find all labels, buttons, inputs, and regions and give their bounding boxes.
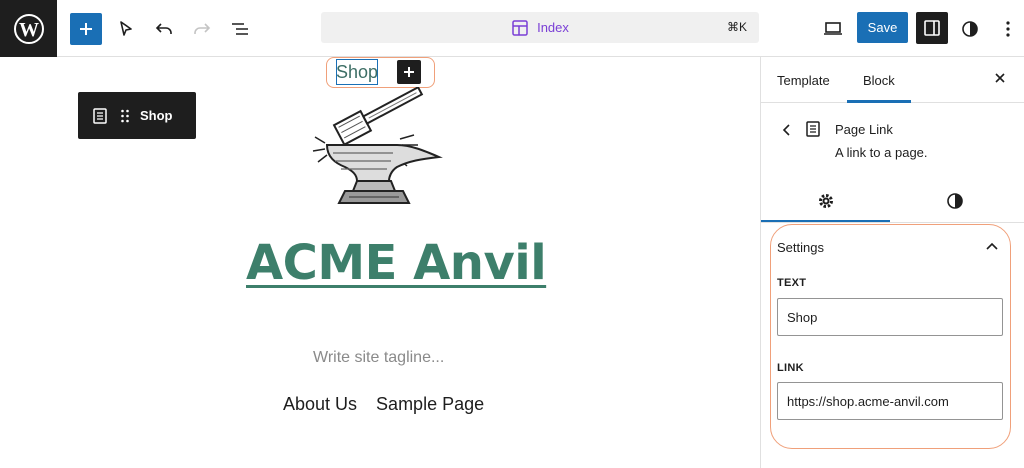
svg-text:W: W: [19, 19, 39, 41]
document-overview-button[interactable]: [224, 13, 256, 45]
navigation-menu: About Us Sample Page: [283, 394, 484, 415]
plus-icon: [404, 67, 414, 77]
link-field-label: LINK: [777, 362, 804, 374]
drag-handle-icon: [121, 109, 129, 122]
editor-canvas: Shop Shop ACME Anvil Write site tagline.…: [0, 57, 760, 468]
pointer-icon: [120, 21, 132, 36]
block-type-button[interactable]: [92, 107, 108, 125]
page-icon: [93, 107, 107, 124]
settings-panel-title[interactable]: Settings: [777, 240, 824, 255]
block-name: Page Link: [835, 122, 893, 137]
site-title[interactable]: ACME Anvil: [246, 235, 547, 291]
command-shortcut: ⌘K: [726, 20, 747, 34]
block-toolbar: Shop: [78, 92, 196, 139]
tab-template[interactable]: Template: [777, 57, 830, 103]
undo-button[interactable]: [148, 13, 180, 45]
chevron-left-icon: [782, 124, 790, 136]
nav-item-sample-page[interactable]: Sample Page: [376, 394, 484, 415]
more-vertical-icon: [1006, 21, 1010, 37]
block-card: Page Link A link to a page.: [761, 103, 1024, 185]
block-appender-button[interactable]: [397, 60, 421, 84]
link-field[interactable]: https://shop.acme-anvil.com: [777, 382, 1003, 420]
options-menu-button[interactable]: [992, 13, 1024, 45]
list-view-icon: [232, 23, 248, 35]
site-tagline-placeholder[interactable]: Write site tagline...: [313, 349, 444, 367]
inspector-tabs-divider: [761, 222, 1024, 223]
tab-block[interactable]: Block: [863, 57, 895, 103]
contrast-icon: [947, 193, 963, 209]
settings-sidebar: Template Block Page Link A link to a pag…: [760, 57, 1024, 468]
desktop-icon: [824, 22, 842, 35]
page-link-block[interactable]: Shop: [336, 59, 378, 85]
wordpress-icon: W: [13, 13, 44, 44]
save-button[interactable]: Save: [857, 12, 908, 43]
preview-button[interactable]: [817, 13, 849, 45]
select-tool-button[interactable]: [110, 13, 142, 45]
drag-handle[interactable]: [120, 108, 130, 124]
text-field[interactable]: Shop: [777, 298, 1003, 336]
text-field-label: TEXT: [777, 277, 807, 289]
contrast-icon: [962, 21, 978, 37]
inspector-tabs: [761, 185, 1024, 223]
sidebar-tabs: Template Block: [761, 57, 1024, 103]
styles-button[interactable]: [954, 13, 986, 45]
settings-toggle-button[interactable]: [916, 12, 948, 44]
redo-button[interactable]: [186, 13, 218, 45]
plus-icon: [80, 23, 92, 35]
close-icon: [995, 73, 1005, 83]
undo-icon: [155, 23, 172, 34]
command-palette-bar[interactable]: Index ⌘K: [321, 12, 759, 43]
site-logo-anvil-image[interactable]: [305, 87, 450, 212]
tab-settings[interactable]: [817, 192, 835, 210]
close-sidebar-button[interactable]: [993, 71, 1007, 90]
gear-icon: [819, 194, 833, 208]
wordpress-logo-button[interactable]: W: [0, 0, 57, 57]
redo-icon: [194, 23, 211, 34]
tab-styles[interactable]: [946, 192, 964, 210]
template-title: Index: [537, 20, 569, 35]
chevron-up-icon: [986, 242, 998, 250]
collapse-panel-button[interactable]: [985, 241, 999, 253]
block-toolbar-label[interactable]: Shop: [140, 108, 173, 123]
page-icon: [806, 121, 820, 137]
block-type-indicator: [805, 120, 821, 138]
editor-header: W Index ⌘K Save: [0, 0, 1024, 57]
template-icon: [512, 19, 528, 36]
add-block-button[interactable]: [70, 13, 102, 45]
back-button[interactable]: [781, 122, 793, 138]
block-description: A link to a page.: [835, 145, 928, 160]
sidebar-icon: [924, 20, 940, 36]
nav-item-about-us[interactable]: About Us: [283, 394, 357, 415]
